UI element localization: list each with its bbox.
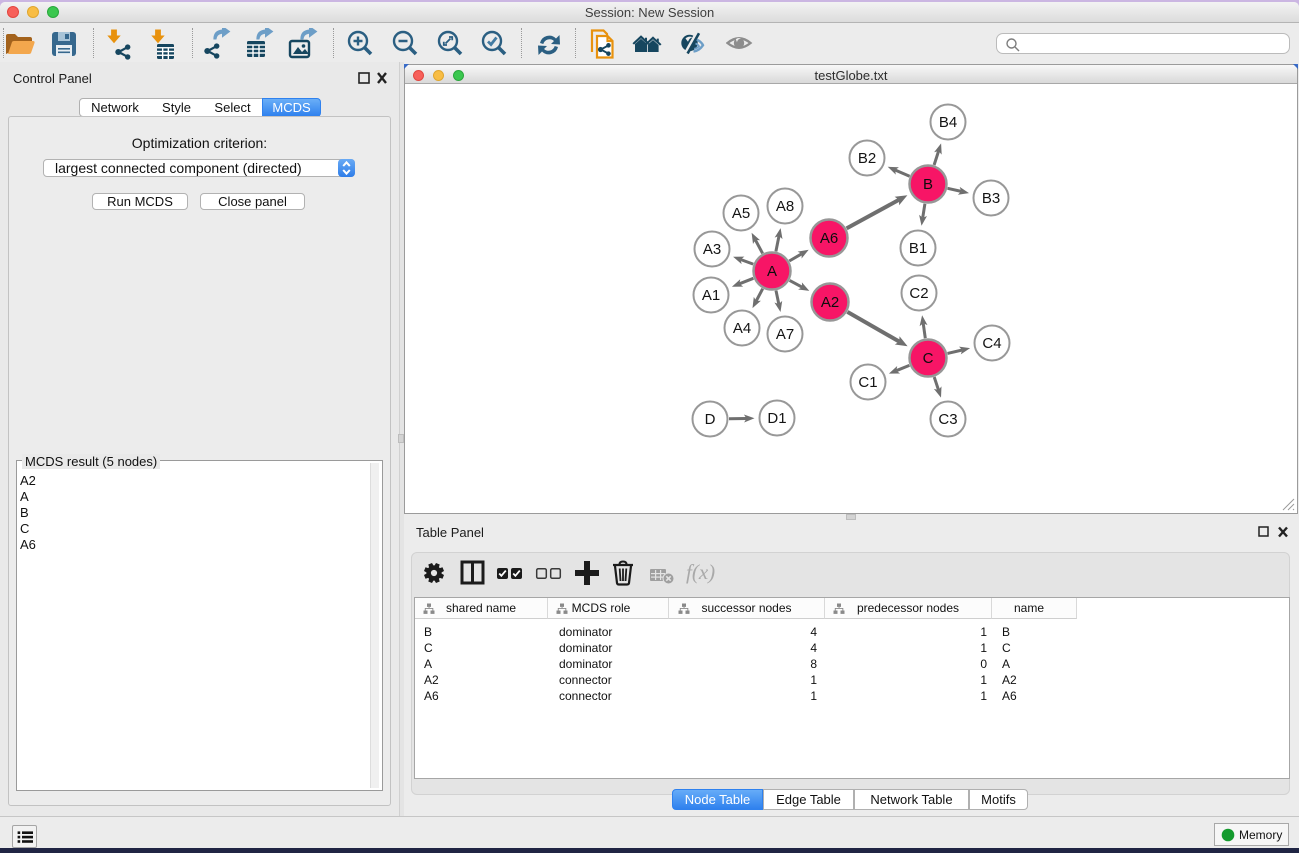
svg-text:A3: A3: [703, 241, 721, 258]
svg-text:C4: C4: [982, 335, 1001, 352]
svg-text:A4: A4: [733, 320, 751, 337]
svg-text:D1: D1: [767, 410, 786, 427]
svg-text:B2: B2: [858, 150, 876, 167]
svg-text:C3: C3: [938, 411, 957, 428]
svg-text:A7: A7: [776, 326, 794, 343]
svg-text:A: A: [767, 263, 777, 280]
svg-text:A8: A8: [776, 198, 794, 215]
svg-text:B: B: [923, 176, 933, 193]
svg-text:A1: A1: [702, 287, 720, 304]
svg-text:C1: C1: [858, 374, 877, 391]
svg-text:C: C: [923, 350, 934, 367]
svg-text:D: D: [705, 411, 716, 428]
svg-text:B4: B4: [939, 114, 957, 131]
svg-text:B1: B1: [909, 240, 927, 257]
svg-text:B3: B3: [982, 190, 1000, 207]
svg-text:C2: C2: [909, 285, 928, 302]
svg-text:A5: A5: [732, 205, 750, 222]
svg-text:A6: A6: [820, 230, 838, 247]
svg-text:A2: A2: [821, 294, 839, 311]
